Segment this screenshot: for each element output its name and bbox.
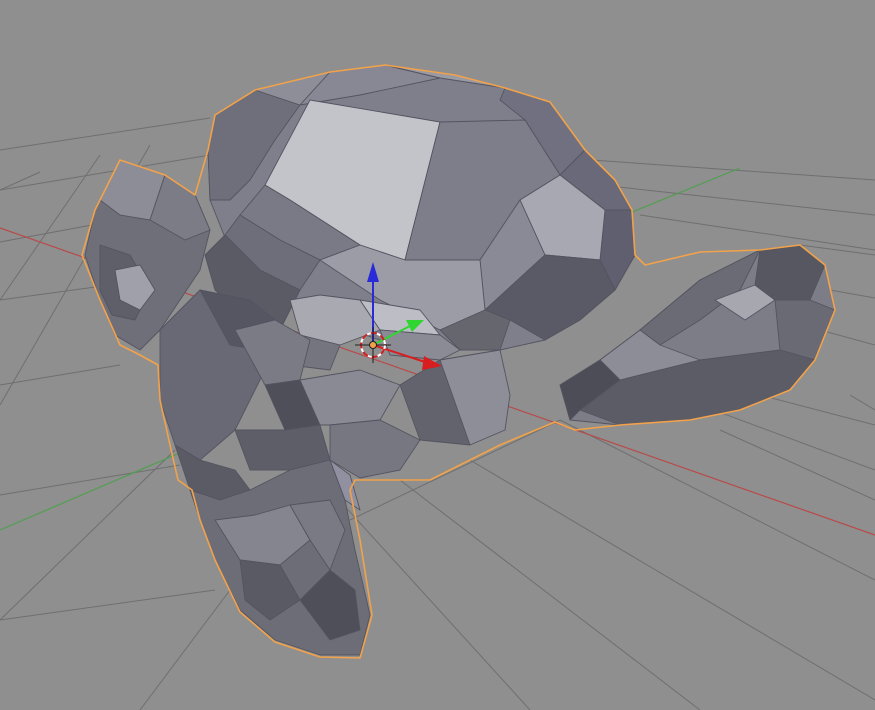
suzanne-mesh[interactable]: [84, 64, 836, 656]
world-y-axis-line-far: [624, 167, 741, 216]
viewport-canvas[interactable]: [0, 0, 875, 710]
3d-viewport[interactable]: [0, 0, 875, 710]
